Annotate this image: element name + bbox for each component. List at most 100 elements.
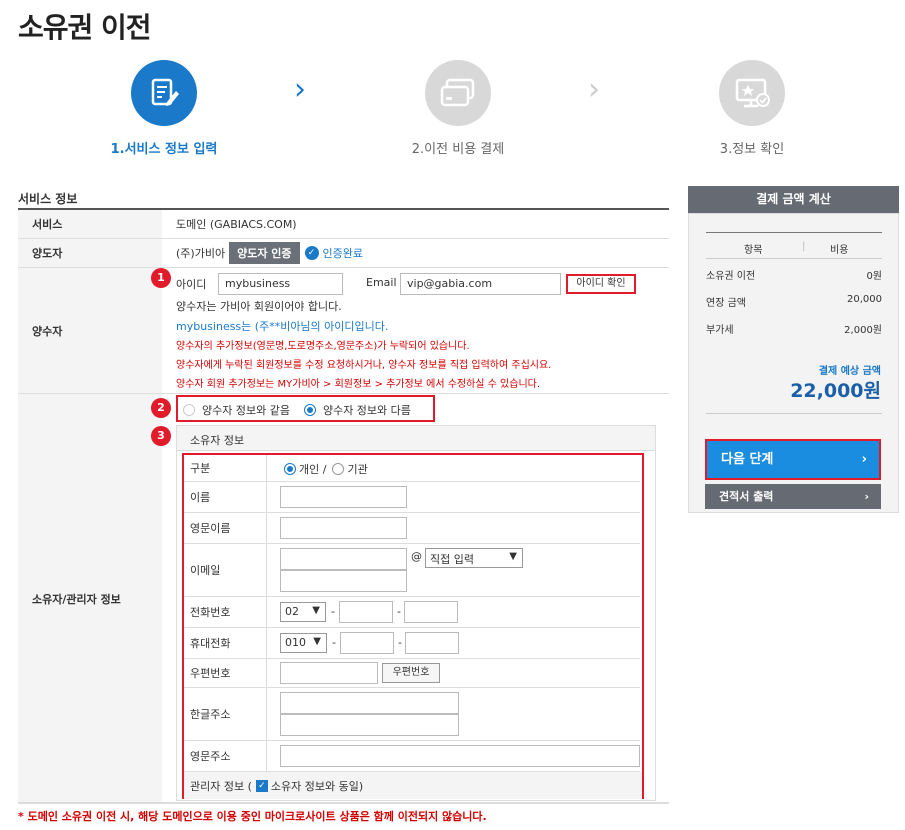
transferor-auth-button[interactable]: 양도자 인증 — [229, 242, 300, 264]
step-label: 1.서비스 정보 입력 — [110, 142, 218, 157]
owner-info-header: 소유자 정보 — [176, 425, 656, 451]
zip-input[interactable] — [280, 662, 378, 684]
kor-address-input-1[interactable] — [280, 692, 459, 714]
radio-organization[interactable] — [332, 463, 345, 475]
chevron-down-icon: ▼ — [313, 636, 321, 647]
zip-search-button[interactable]: 우편번호 — [382, 663, 440, 683]
email-local-input[interactable] — [280, 548, 407, 570]
owner-option-group: 양수자 정보와 같음 양수자 정보와 다름 — [176, 395, 435, 422]
expected-label: 결제 예상 금액 — [818, 366, 881, 377]
footnote: * 도메인 소유권 이전 시, 해당 도메인으로 이용 중인 마이크로사이트 상… — [18, 810, 487, 823]
kor-address-input-2[interactable] — [280, 714, 459, 736]
transferee-email-label: Email — [366, 276, 397, 289]
zip-label: 우편번호 — [190, 667, 231, 680]
manager-info-row: 관리자 정보 ( ✓ 소유자 정보와 동일) — [184, 772, 642, 799]
table-bottom-border — [18, 802, 669, 803]
transferee-id-input[interactable]: mybusiness — [218, 273, 343, 295]
step-badge-3: 3 — [151, 426, 171, 446]
section-title: 서비스 정보 — [18, 192, 78, 206]
step-payment: 2.이전 비용 결제 — [378, 60, 538, 157]
payment-item: 연장 금액 — [706, 298, 746, 309]
payment-cost: 2,000원 — [844, 325, 882, 336]
type-label: 구분 — [190, 462, 211, 475]
service-value: 도메인 (GABIACS.COM) — [176, 218, 297, 231]
auth-status: 인증완료 — [322, 247, 363, 260]
credit-card-icon — [425, 60, 491, 126]
transferee-msg-id: mybusiness는 (주**비아님의 아이디입니다. — [176, 320, 389, 333]
type-individual-label: 개인 / — [299, 463, 327, 476]
eng-address-label: 영문주소 — [190, 750, 231, 763]
next-step-label: 다음 단계 — [721, 452, 774, 467]
owner-info-title: 소유자 정보 — [190, 434, 245, 447]
transferee-id-label: 아이디 — [176, 278, 207, 291]
email-domain-input[interactable] — [280, 570, 407, 592]
id-check-button[interactable]: 아이디 확인 — [566, 274, 636, 294]
step-badge-2: 2 — [151, 398, 171, 418]
phone-middle-input[interactable] — [339, 601, 393, 623]
step-label: 3.정보 확인 — [719, 142, 785, 157]
option-diff-label: 양수자 정보와 다름 — [322, 404, 411, 417]
document-edit-icon — [131, 60, 197, 126]
payment-row: 연장 금액 20,000 — [706, 294, 882, 309]
payment-row: 소유권 이전 0원 — [706, 267, 882, 282]
type-org-label: 기관 — [347, 463, 368, 476]
option-same-label: 양수자 정보와 같음 — [202, 404, 290, 417]
eng-address-input[interactable] — [280, 745, 640, 767]
owner-label: 소유자/관리자 정보 — [18, 394, 162, 803]
manager-label: 관리자 정보 ( — [190, 780, 252, 793]
expected-amount: 22,000원 — [790, 380, 881, 402]
transferee-msg-howto: 양수자 회원 추가정보는 MY가비아 > 회원정보 > 추가정보 에서 수정하실… — [176, 379, 541, 390]
step-confirm: 3.정보 확인 — [672, 60, 832, 157]
eng-name-input[interactable] — [280, 517, 407, 539]
step-badge-1: 1 — [151, 268, 171, 288]
phone-prefix-select[interactable]: 02 ▼ — [280, 602, 326, 622]
chevron-right-icon: › — [588, 72, 600, 107]
service-label: 서비스 — [18, 210, 162, 238]
mobile-prefix-select[interactable]: 010 ▼ — [280, 633, 327, 653]
dash: - — [331, 605, 335, 618]
email-label: 이메일 — [190, 564, 221, 577]
radio-individual[interactable] — [284, 463, 296, 475]
manager-same-label: 소유자 정보와 동일) — [270, 780, 364, 793]
name-input[interactable] — [280, 486, 407, 508]
phone-label: 전화번호 — [190, 606, 231, 619]
payment-item: 부가세 — [706, 325, 734, 336]
radio-same-as-transferee[interactable] — [183, 404, 195, 416]
next-step-button[interactable]: 다음 단계 › — [705, 439, 881, 480]
mobile-middle-input[interactable] — [340, 632, 394, 654]
mobile-last-input[interactable] — [405, 632, 459, 654]
chevron-down-icon: ▼ — [312, 605, 320, 616]
step-label: 2.이전 비용 결제 — [411, 142, 505, 157]
page-title: 소유권 이전 — [18, 11, 152, 44]
step-service-info: 1.서비스 정보 입력 — [84, 60, 244, 157]
check-circle-icon: ✓ — [304, 246, 319, 260]
mobile-prefix-value: 010 — [285, 636, 306, 649]
print-quote-button[interactable]: 견적서 출력 › — [705, 484, 881, 509]
payment-item: 소유권 이전 — [706, 271, 756, 282]
col-divider: | — [802, 241, 806, 252]
transferee-label: 양수자 — [18, 268, 162, 393]
mobile-label: 휴대전화 — [190, 637, 231, 650]
eng-name-label: 영문이름 — [190, 522, 231, 535]
chevron-right-icon: › — [294, 72, 306, 107]
transferee-email-input[interactable]: vip@gabia.com — [400, 273, 561, 295]
manager-same-checkbox[interactable]: ✓ — [255, 780, 268, 792]
email-domain-value: 직접 입력 — [430, 553, 474, 566]
payment-cost: 20,000 — [847, 294, 882, 305]
radio-different-from-transferee[interactable] — [303, 404, 316, 416]
email-domain-select[interactable]: 직접 입력 ▼ — [425, 548, 523, 568]
transferee-msg-request: 양수자에게 누락된 회원정보를 수정 요청하시거나, 양수자 정보를 직접 입력… — [176, 360, 552, 371]
payment-cost: 0원 — [866, 271, 882, 282]
monitor-check-icon — [719, 60, 785, 126]
kor-address-label: 한글주소 — [190, 708, 231, 721]
phone-prefix-value: 02 — [285, 605, 299, 618]
service-info-table: 서비스 도메인 (GABIACS.COM) 양도자 (주)가비아 양도자 인증 … — [18, 208, 669, 804]
at-symbol: @ — [411, 550, 422, 563]
dash: - — [332, 636, 336, 649]
transferor-row: 양도자 (주)가비아 양도자 인증 ✓ 인증완료 — [18, 239, 669, 268]
dash: - — [397, 605, 401, 618]
chevron-right-icon: › — [861, 452, 867, 467]
dash: - — [398, 636, 402, 649]
phone-last-input[interactable] — [404, 601, 458, 623]
service-row: 서비스 도메인 (GABIACS.COM) — [18, 210, 669, 239]
